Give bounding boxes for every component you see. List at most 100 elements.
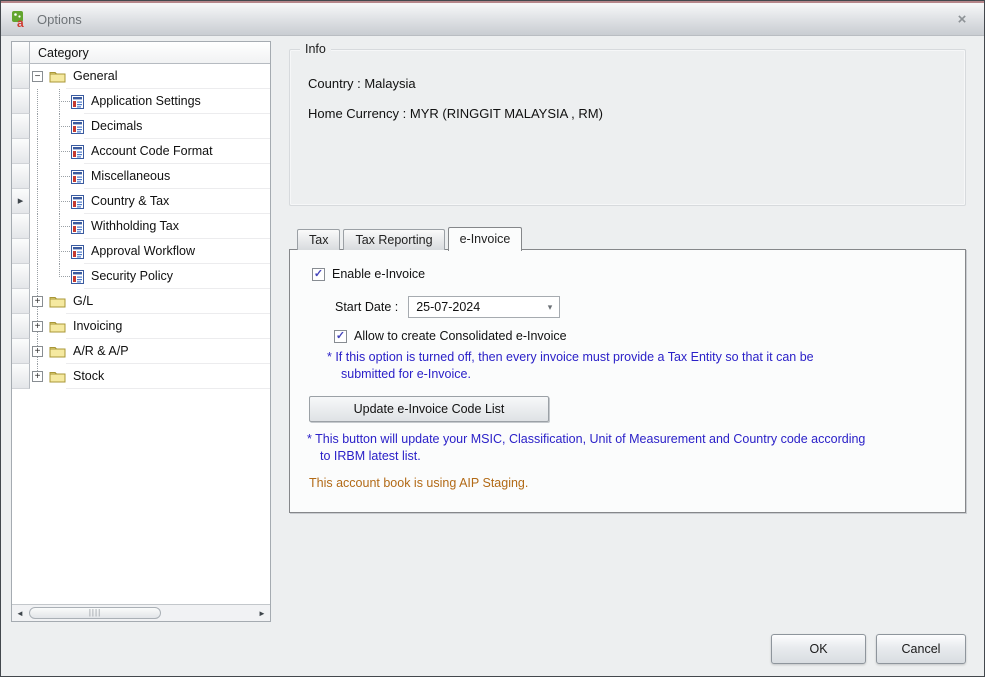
tree-item-label: Account Code Format xyxy=(84,139,270,164)
row-gutter xyxy=(12,114,30,139)
consolidated-note: * If this option is turned off, then eve… xyxy=(327,349,814,383)
tree-item-security-policy[interactable]: Security Policy xyxy=(12,264,270,289)
folder-icon xyxy=(49,295,66,308)
tree-item-miscellaneous[interactable]: Miscellaneous xyxy=(12,164,270,189)
tree-item-label: Miscellaneous xyxy=(84,164,270,189)
consolidated-einvoice-row: ✓ Allow to create Consolidated e-Invoice xyxy=(334,329,567,343)
expand-icon[interactable]: + xyxy=(32,296,43,307)
tree-header-gutter xyxy=(12,42,30,64)
ok-button[interactable]: OK xyxy=(771,634,866,664)
start-date-value: 25-07-2024 xyxy=(416,300,480,314)
tab-e-invoice[interactable]: e-Invoice xyxy=(448,227,523,251)
row-gutter xyxy=(12,89,30,114)
row-gutter xyxy=(12,139,30,164)
options-dialog: a Options × Category − GeneralApplication… xyxy=(0,0,985,677)
tree-item-label: Invoicing xyxy=(66,314,270,339)
folder-icon xyxy=(49,370,66,383)
enable-einvoice-label: Enable e-Invoice xyxy=(332,267,425,281)
tree-connector-line xyxy=(37,264,38,289)
tree-item-g-l[interactable]: + G/L xyxy=(12,289,270,314)
combo-arrow-icon: ▾ xyxy=(548,302,560,313)
collapse-icon[interactable]: − xyxy=(32,71,43,82)
folder-icon xyxy=(49,345,66,358)
country-info: Country : Malaysia xyxy=(308,76,416,91)
row-gutter xyxy=(12,64,30,89)
row-gutter xyxy=(12,339,30,364)
tree-item-label: Security Policy xyxy=(84,264,270,289)
tree-item-label: General xyxy=(66,64,270,89)
tree-item-account-code-format[interactable]: Account Code Format xyxy=(12,139,270,164)
row-gutter xyxy=(12,289,30,314)
titlebar: a Options × xyxy=(1,3,984,36)
tree-header: Category xyxy=(12,42,270,64)
tree-rows: − GeneralApplication SettingsDecimalsAcco… xyxy=(12,64,270,604)
svg-text:a: a xyxy=(17,16,24,28)
tree-item-label: Country & Tax xyxy=(84,189,270,214)
tab-strip: TaxTax Reportinge-Invoice xyxy=(297,226,525,250)
update-button-note-line2: to IRBM latest list. xyxy=(307,448,865,465)
tree-item-withholding-tax[interactable]: Withholding Tax xyxy=(12,214,270,239)
update-einvoice-code-list-button[interactable]: Update e-Invoice Code List xyxy=(309,396,549,422)
expand-icon[interactable]: + xyxy=(32,371,43,382)
info-groupbox: Info Country : Malaysia Home Currency : … xyxy=(289,49,966,206)
tree-connector-line xyxy=(37,89,38,114)
info-legend: Info xyxy=(300,42,331,56)
tree-header-label: Category xyxy=(30,42,270,64)
settings-page-icon xyxy=(71,220,84,234)
tree-item-stock[interactable]: +Stock xyxy=(12,364,270,389)
staging-note: This account book is using AIP Staging. xyxy=(309,476,528,490)
settings-page-icon xyxy=(71,145,84,159)
horizontal-scrollbar[interactable]: ◄ |||| ► xyxy=(12,604,270,621)
row-gutter xyxy=(12,239,30,264)
consolidated-checkbox[interactable]: ✓ xyxy=(334,330,347,343)
tree-item-approval-workflow[interactable]: Approval Workflow xyxy=(12,239,270,264)
tree-item-label: Decimals xyxy=(84,114,270,139)
check-icon: ✓ xyxy=(314,268,323,280)
tree-item-label: Withholding Tax xyxy=(84,214,270,239)
tree-item-country-tax[interactable]: ▸ Country & Tax xyxy=(12,189,270,214)
start-date-label: Start Date : xyxy=(335,300,398,314)
scroll-right-icon[interactable]: ► xyxy=(254,609,270,618)
tree-item-application-settings[interactable]: Application Settings xyxy=(12,89,270,114)
close-icon[interactable]: × xyxy=(950,11,974,28)
tree-item-label: G/L xyxy=(66,289,270,314)
tree-item-decimals[interactable]: Decimals xyxy=(12,114,270,139)
folder-icon xyxy=(49,70,66,83)
settings-page-icon xyxy=(71,270,84,284)
enable-einvoice-checkbox[interactable]: ✓ xyxy=(312,268,325,281)
consolidated-note-line1: * If this option is turned off, then eve… xyxy=(327,349,814,366)
expand-icon[interactable]: + xyxy=(32,321,43,332)
start-date-dropdown[interactable]: 25-07-2024 ▾ xyxy=(408,296,560,318)
folder-icon xyxy=(49,320,66,333)
scrollbar-grip-icon: |||| xyxy=(30,608,160,618)
home-currency-info: Home Currency : MYR (RINGGIT MALAYSIA , … xyxy=(308,106,603,121)
scroll-left-icon[interactable]: ◄ xyxy=(12,609,28,618)
cancel-button[interactable]: Cancel xyxy=(876,634,966,664)
update-button-note-line1: * This button will update your MSIC, Cla… xyxy=(307,431,865,448)
tree-item-general[interactable]: − General xyxy=(12,64,270,89)
window-title: Options xyxy=(37,12,82,27)
enable-einvoice-row: ✓ Enable e-Invoice xyxy=(312,267,425,281)
tab-tax-reporting[interactable]: Tax Reporting xyxy=(343,229,444,250)
row-gutter xyxy=(12,314,30,339)
tree-item-a-r-a-p[interactable]: +A/R & A/P xyxy=(12,339,270,364)
row-gutter xyxy=(12,364,30,389)
expand-icon[interactable]: + xyxy=(32,346,43,357)
tree-connector-line xyxy=(37,214,38,239)
start-date-row: Start Date : 25-07-2024 ▾ xyxy=(335,296,560,318)
row-gutter xyxy=(12,164,30,189)
tree-item-label: Application Settings xyxy=(84,89,270,114)
tab-tax[interactable]: Tax xyxy=(297,229,340,250)
scrollbar-thumb[interactable]: |||| xyxy=(29,607,161,619)
check-icon: ✓ xyxy=(336,330,345,342)
consolidated-note-line2: submitted for e-Invoice. xyxy=(327,366,814,383)
tree-item-label: Approval Workflow xyxy=(84,239,270,264)
settings-page-icon xyxy=(71,95,84,109)
settings-page-icon xyxy=(71,120,84,134)
settings-page-icon xyxy=(71,245,84,259)
tree-connector-line xyxy=(37,164,38,189)
selected-row-indicator: ▸ xyxy=(12,189,30,214)
category-tree-panel: Category − GeneralApplication SettingsDec… xyxy=(11,41,271,622)
settings-page-icon xyxy=(71,195,84,209)
tree-item-invoicing[interactable]: + Invoicing xyxy=(12,314,270,339)
